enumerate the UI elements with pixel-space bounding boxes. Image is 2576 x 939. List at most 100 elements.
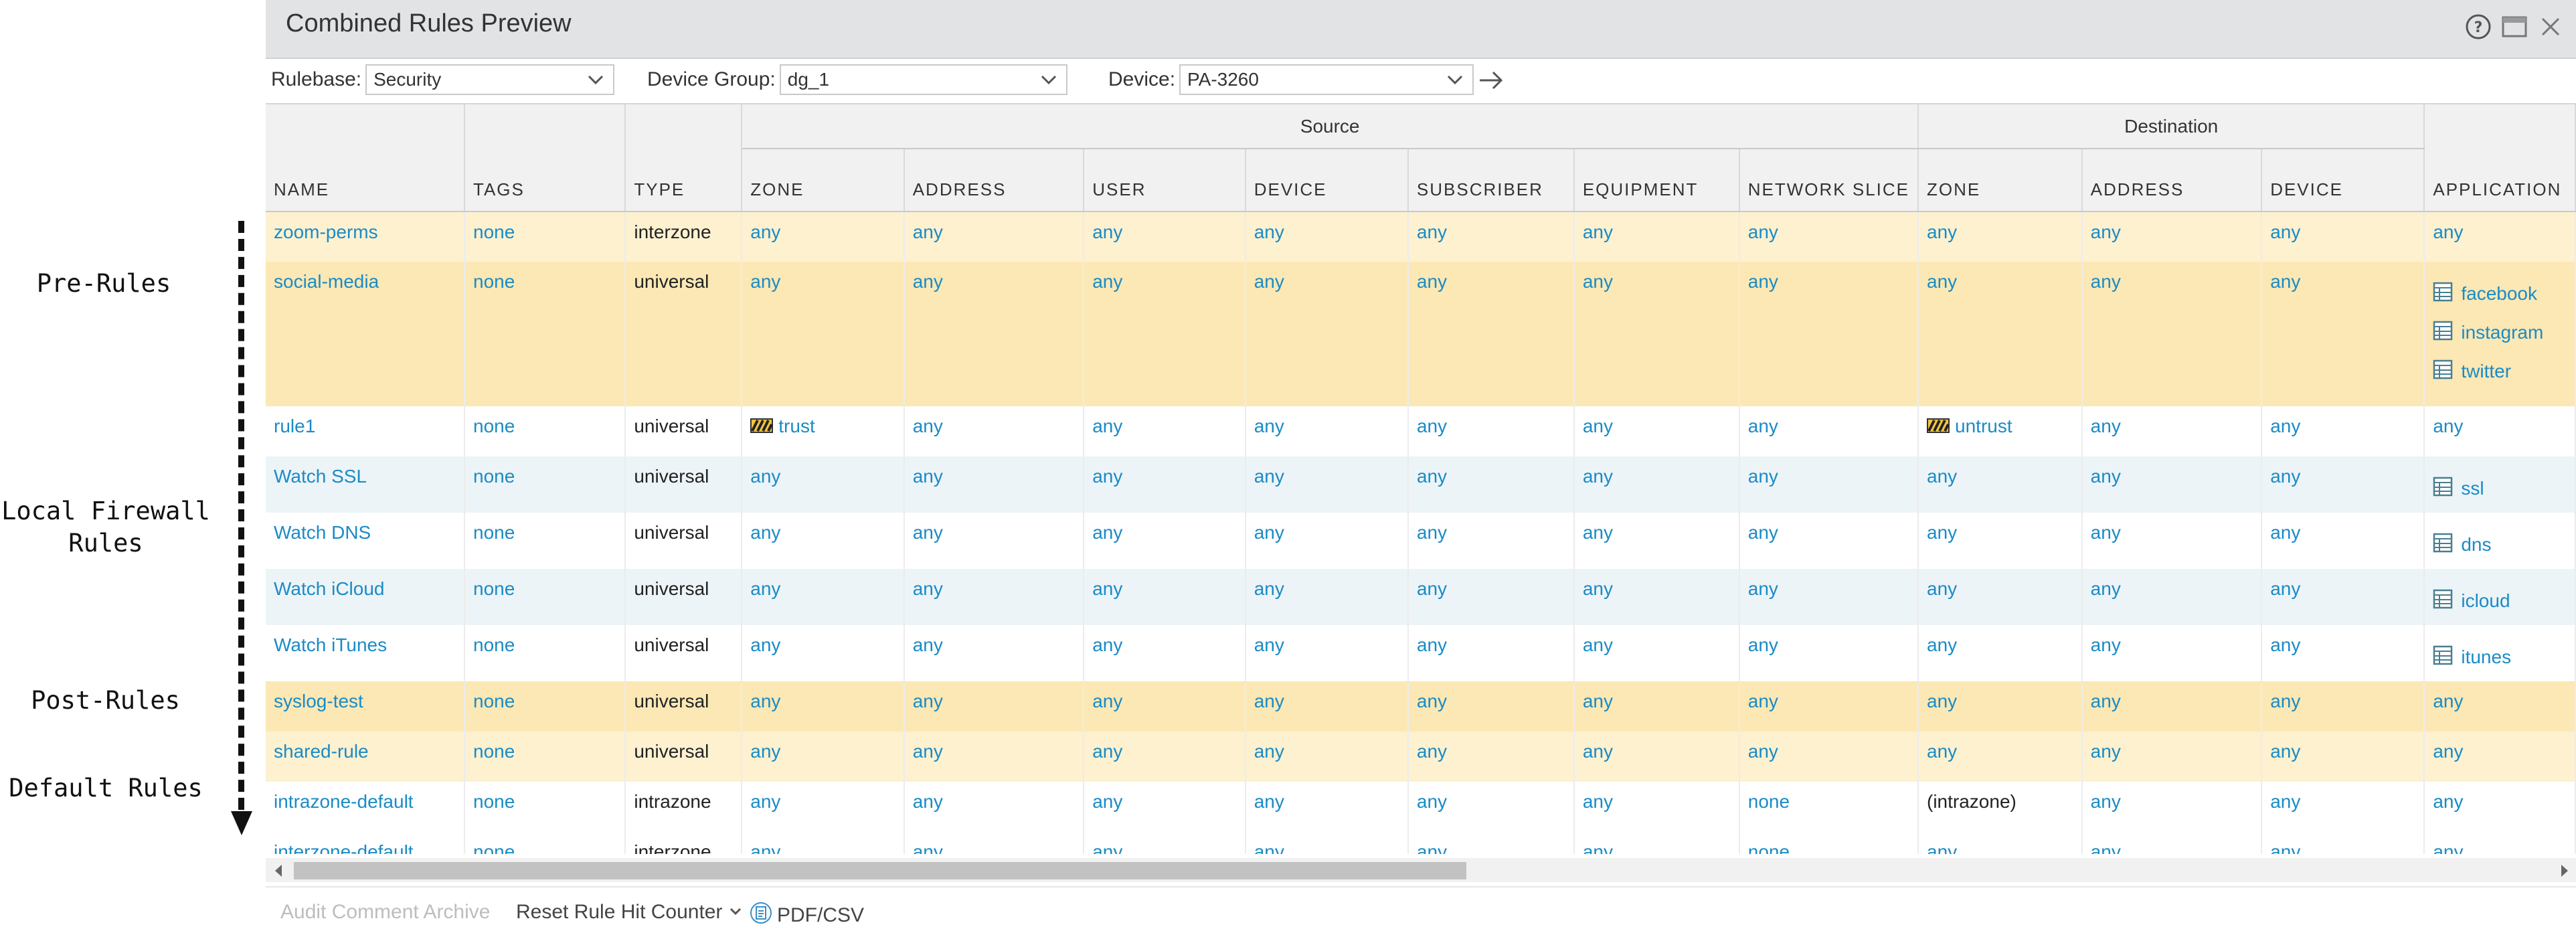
rule-name-link[interactable]: syslog-test bbox=[274, 691, 363, 711]
table-row[interactable]: Watch iTunes none universal any any any any any… bbox=[266, 625, 2576, 681]
subscriber-link[interactable]: any bbox=[1417, 416, 1447, 436]
user-link[interactable]: any bbox=[1092, 466, 1122, 487]
destination-zone-link[interactable]: any bbox=[1927, 634, 1957, 655]
user-link[interactable]: any bbox=[1092, 741, 1122, 762]
scrollbar-thumb[interactable] bbox=[294, 862, 1466, 879]
user-link[interactable]: any bbox=[1092, 416, 1122, 436]
network-slice-link[interactable]: any bbox=[1748, 271, 1778, 292]
dst-address-link[interactable]: any bbox=[2091, 841, 2121, 854]
destination-zone-link[interactable]: any bbox=[1927, 691, 1957, 711]
application-link[interactable]: any bbox=[2433, 791, 2463, 812]
src-device-link[interactable]: any bbox=[1254, 522, 1284, 543]
src-address-link[interactable]: any bbox=[913, 578, 943, 599]
rulebase-select[interactable]: Security bbox=[365, 64, 615, 95]
source-zone-link[interactable]: trust bbox=[778, 416, 814, 436]
rule-name-link[interactable]: Watch SSL bbox=[274, 466, 367, 487]
dst-device-link[interactable]: any bbox=[2270, 522, 2300, 543]
table-row[interactable]: Watch DNS none universal any any any any any any… bbox=[266, 513, 2576, 569]
application-link[interactable]: any bbox=[2433, 741, 2463, 762]
col-header-name[interactable]: NAME bbox=[266, 104, 465, 212]
subscriber-link[interactable]: any bbox=[1417, 222, 1447, 242]
col-header-type[interactable]: TYPE bbox=[625, 104, 743, 212]
source-zone-link[interactable]: any bbox=[750, 791, 780, 812]
rule-name-link[interactable]: intrazone-default bbox=[274, 791, 414, 812]
network-slice-link[interactable]: any bbox=[1748, 634, 1778, 655]
col-header-subscriber[interactable]: SUBSCRIBER bbox=[1407, 149, 1575, 212]
dst-address-link[interactable]: any bbox=[2091, 416, 2121, 436]
subscriber-link[interactable]: any bbox=[1417, 691, 1447, 711]
network-slice-link[interactable]: any bbox=[1748, 578, 1778, 599]
src-address-link[interactable]: any bbox=[913, 271, 943, 292]
application-link[interactable]: ssl bbox=[2461, 478, 2484, 499]
dst-address-link[interactable]: any bbox=[2091, 271, 2121, 292]
subscriber-link[interactable]: any bbox=[1417, 271, 1447, 292]
destination-zone-link[interactable]: any bbox=[1927, 466, 1957, 487]
src-device-link[interactable]: any bbox=[1254, 466, 1284, 487]
destination-zone-link[interactable]: any bbox=[1927, 522, 1957, 543]
src-device-link[interactable]: any bbox=[1254, 841, 1284, 854]
user-link[interactable]: any bbox=[1092, 691, 1122, 711]
table-row[interactable]: Watch iCloud none universal any any any any any… bbox=[266, 569, 2576, 625]
equipment-link[interactable]: any bbox=[1583, 271, 1613, 292]
col-header-equipment[interactable]: EQUIPMENT bbox=[1573, 149, 1740, 212]
arrow-right-icon[interactable] bbox=[1477, 68, 1505, 96]
tags-link[interactable]: none bbox=[473, 416, 515, 436]
dst-address-link[interactable]: any bbox=[2091, 578, 2121, 599]
tags-link[interactable]: none bbox=[473, 841, 515, 854]
user-link[interactable]: any bbox=[1092, 841, 1122, 854]
user-link[interactable]: any bbox=[1092, 222, 1122, 242]
src-device-link[interactable]: any bbox=[1254, 222, 1284, 242]
source-zone-link[interactable]: any bbox=[750, 578, 780, 599]
src-device-link[interactable]: any bbox=[1254, 741, 1284, 762]
scroll-right-icon[interactable] bbox=[2557, 863, 2571, 881]
src-device-link[interactable]: any bbox=[1254, 691, 1284, 711]
col-header-source-device[interactable]: DEVICE bbox=[1245, 149, 1409, 212]
audit-comment-archive-button[interactable]: Audit Comment Archive bbox=[280, 901, 490, 924]
rule-name-link[interactable]: social-media bbox=[274, 271, 379, 292]
src-address-link[interactable]: any bbox=[913, 522, 943, 543]
dst-device-link[interactable]: any bbox=[2270, 791, 2300, 812]
network-slice-link[interactable]: none bbox=[1748, 791, 1790, 812]
dst-address-link[interactable]: any bbox=[2091, 791, 2121, 812]
dst-address-link[interactable]: any bbox=[2091, 522, 2121, 543]
src-device-link[interactable]: any bbox=[1254, 416, 1284, 436]
network-slice-link[interactable]: any bbox=[1748, 741, 1778, 762]
table-row[interactable]: intrazone-default none intrazone any any any a… bbox=[266, 782, 2576, 832]
destination-zone-link[interactable]: any bbox=[1927, 222, 1957, 242]
source-zone-link[interactable]: any bbox=[750, 522, 780, 543]
src-address-link[interactable]: any bbox=[913, 741, 943, 762]
src-address-link[interactable]: any bbox=[913, 416, 943, 436]
application-link[interactable]: itunes bbox=[2461, 647, 2511, 668]
dst-device-link[interactable]: any bbox=[2270, 222, 2300, 242]
src-device-link[interactable]: any bbox=[1254, 578, 1284, 599]
col-header-application[interactable]: APPLICATION bbox=[2424, 104, 2576, 212]
destination-zone-link[interactable]: untrust bbox=[1955, 416, 2012, 436]
tags-link[interactable]: none bbox=[473, 271, 515, 292]
source-zone-link[interactable]: any bbox=[750, 222, 780, 242]
table-row[interactable]: rule1 none universal trust any any any any any an… bbox=[266, 406, 2576, 456]
destination-zone-link[interactable]: any bbox=[1927, 841, 1957, 854]
equipment-link[interactable]: any bbox=[1583, 634, 1613, 655]
user-link[interactable]: any bbox=[1092, 791, 1122, 812]
subscriber-link[interactable]: any bbox=[1417, 791, 1447, 812]
application-link[interactable]: any bbox=[2433, 691, 2463, 711]
application-link[interactable]: any bbox=[2433, 416, 2463, 436]
dst-device-link[interactable]: any bbox=[2270, 691, 2300, 711]
tags-link[interactable]: none bbox=[473, 634, 515, 655]
rule-name-link[interactable]: Watch DNS bbox=[274, 522, 371, 543]
horizontal-scrollbar[interactable] bbox=[266, 858, 2576, 882]
table-row[interactable]: zoom-perms none interzone any any any any any an… bbox=[266, 211, 2576, 262]
network-slice-link[interactable]: none bbox=[1748, 841, 1790, 854]
col-header-source-user[interactable]: USER bbox=[1084, 149, 1246, 212]
source-zone-link[interactable]: any bbox=[750, 741, 780, 762]
col-header-destination-zone[interactable]: ZONE bbox=[1918, 149, 2083, 212]
application-link[interactable]: facebook bbox=[2461, 283, 2537, 305]
user-link[interactable]: any bbox=[1092, 578, 1122, 599]
user-link[interactable]: any bbox=[1092, 522, 1122, 543]
source-zone-link[interactable]: any bbox=[750, 634, 780, 655]
source-zone-link[interactable]: any bbox=[750, 466, 780, 487]
src-address-link[interactable]: any bbox=[913, 841, 943, 854]
table-row[interactable]: interzone-default none interzone any any any a… bbox=[266, 832, 2576, 854]
tags-link[interactable]: none bbox=[473, 222, 515, 242]
subscriber-link[interactable]: any bbox=[1417, 741, 1447, 762]
